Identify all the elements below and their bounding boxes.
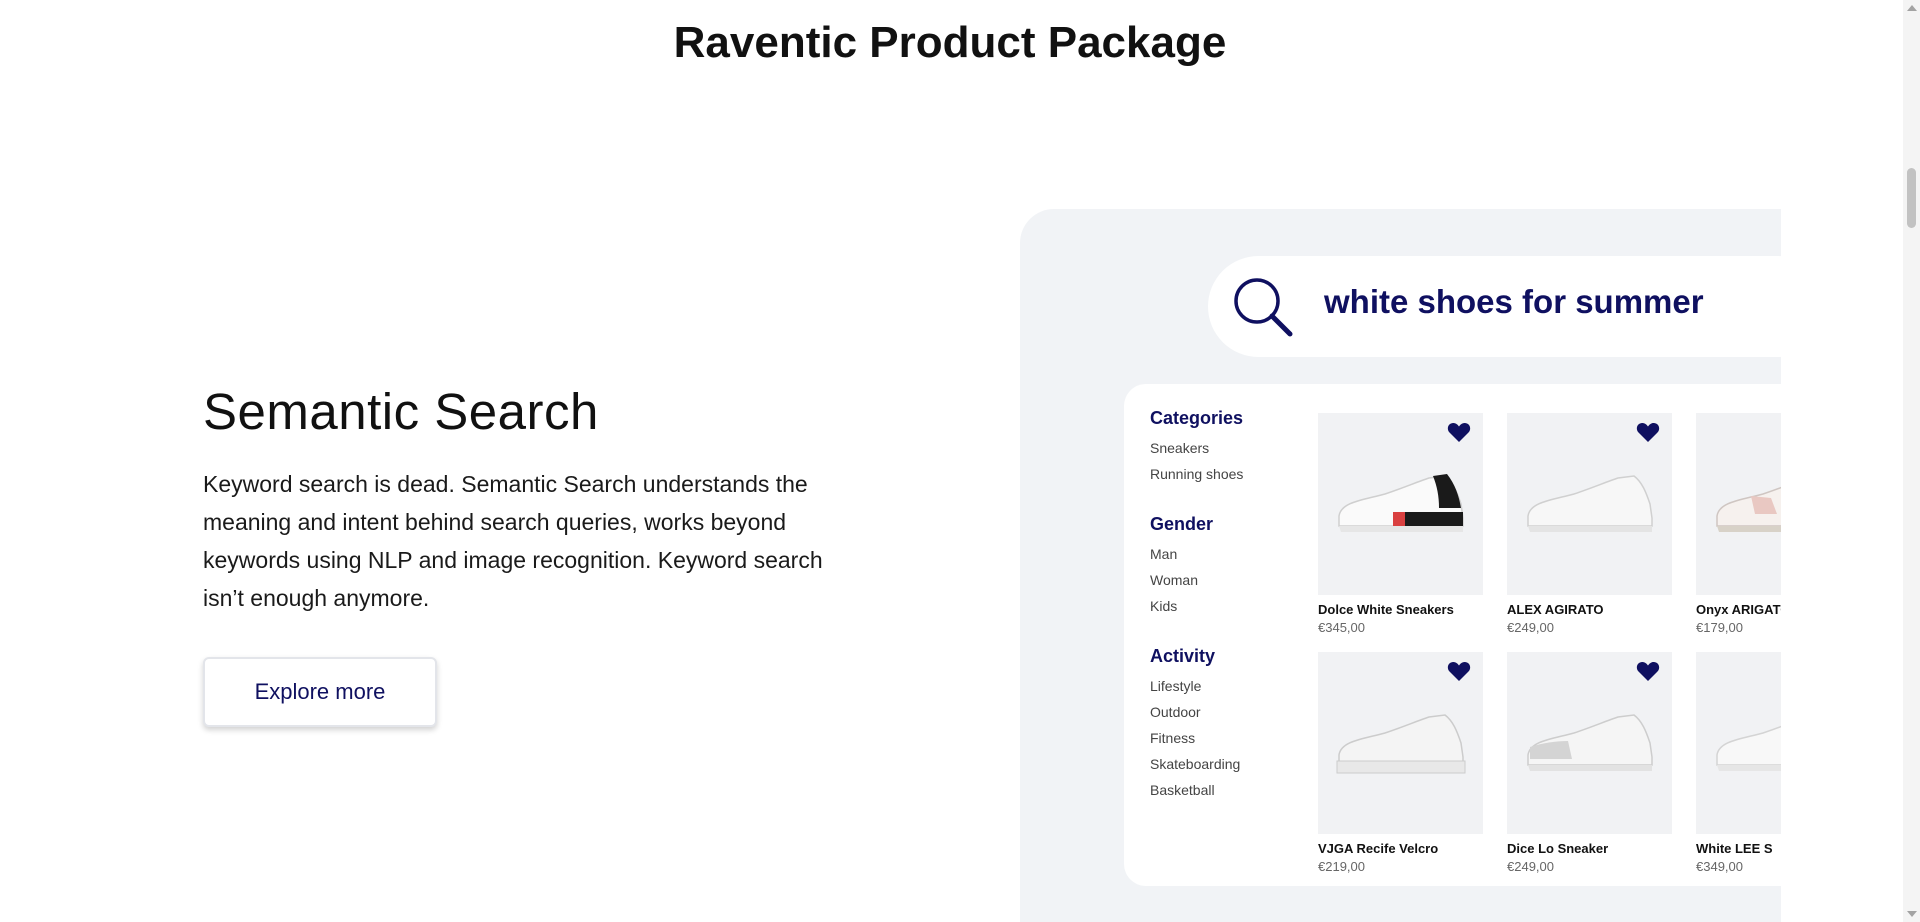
product-image: [1507, 413, 1672, 595]
product-price: €249,00: [1507, 859, 1554, 874]
filter-group-categories: Categories Sneakers Running shoes: [1150, 408, 1310, 487]
sneaker-image: [1338, 474, 1464, 532]
product-price: €249,00: [1507, 620, 1554, 635]
filter-option-running-shoes: Running shoes: [1150, 466, 1244, 482]
product-card: ALEX AGIRATO €249,00: [1507, 413, 1672, 635]
feature-description: Keyword search is dead. Semantic Search …: [203, 471, 823, 611]
product-name: Dice Lo Sneaker: [1507, 841, 1609, 856]
product-name: White LEE S: [1696, 841, 1773, 856]
product-image: [1696, 652, 1781, 834]
filter-group-gender: Gender Man Woman Kids: [1150, 514, 1310, 619]
page-title: Raventic Product Package: [673, 18, 1227, 67]
heart-icon[interactable]: [1447, 421, 1471, 443]
search-illustration: white shoes for summer Categories Sneake…: [1020, 209, 1781, 922]
filter-option-skateboarding: Skateboarding: [1150, 756, 1241, 772]
product-image: [1696, 413, 1781, 595]
filter-group-activity: Activity Lifestyle Outdoor Fitness Skate…: [1150, 646, 1310, 803]
product-price: €219,00: [1318, 859, 1365, 874]
filter-option-woman: Woman: [1150, 572, 1198, 588]
filter-option-fitness: Fitness: [1150, 730, 1196, 746]
sneaker-image: [1716, 725, 1781, 771]
filters-sidebar: Categories Sneakers Running shoes Gender…: [1150, 408, 1310, 830]
heart-icon[interactable]: [1447, 660, 1471, 682]
filter-option-lifestyle: Lifestyle: [1150, 678, 1202, 694]
filter-option-outdoor: Outdoor: [1150, 704, 1201, 720]
sneaker-image: [1336, 714, 1466, 774]
sneaker-image: [1527, 475, 1653, 532]
sneaker-image: [1527, 714, 1653, 771]
sneaker-image: [1716, 486, 1781, 532]
product-image: [1318, 413, 1483, 595]
scroll-up-arrow-icon[interactable]: [1907, 5, 1917, 11]
filter-option-man: Man: [1150, 546, 1178, 562]
filter-option-sneakers: Sneakers: [1150, 440, 1210, 456]
feature-section: Semantic Search Keyword search is dead. …: [203, 382, 823, 617]
product-card: White LEE S €349,00: [1696, 652, 1781, 874]
product-price: €345,00: [1318, 620, 1365, 635]
product-image: [1507, 652, 1672, 834]
product-card: VJGA Recife Velcro €219,00: [1318, 652, 1483, 874]
product-name: VJGA Recife Velcro: [1318, 841, 1439, 856]
product-price: €349,00: [1696, 859, 1743, 874]
product-card: Dice Lo Sneaker €249,00: [1507, 652, 1672, 874]
explore-more-button[interactable]: Explore more: [203, 657, 437, 727]
scroll-thumb[interactable]: [1907, 168, 1916, 228]
results-panel: Categories Sneakers Running shoes Gender…: [1124, 384, 1781, 886]
heart-icon[interactable]: [1636, 660, 1660, 682]
filter-option-kids: Kids: [1150, 598, 1178, 614]
filter-heading: Gender: [1150, 514, 1214, 534]
product-card: Onyx ARIGATO €179,00: [1696, 413, 1781, 635]
heart-icon[interactable]: [1636, 421, 1660, 443]
product-card: Dolce White Sneakers €345,00: [1318, 413, 1483, 635]
illustration-panel: white shoes for summer Categories Sneake…: [1020, 209, 1781, 922]
search-icon: [1234, 278, 1293, 337]
filter-heading: Activity: [1150, 646, 1216, 666]
search-bar: white shoes for summer: [1208, 256, 1781, 357]
product-price: €179,00: [1696, 620, 1743, 635]
search-query: white shoes for summer: [1324, 283, 1704, 320]
product-name: ALEX AGIRATO: [1507, 602, 1604, 617]
scroll-down-arrow-icon[interactable]: [1907, 911, 1917, 917]
filter-heading: Categories: [1150, 408, 1244, 428]
product-name: Dolce White Sneakers: [1318, 602, 1454, 617]
feature-title: Semantic Search: [203, 383, 599, 440]
filter-option-basketball: Basketball: [1150, 782, 1215, 798]
product-image: [1318, 652, 1483, 834]
product-name: Onyx ARIGATO: [1696, 602, 1781, 617]
page-scrollbar[interactable]: [1903, 0, 1920, 922]
